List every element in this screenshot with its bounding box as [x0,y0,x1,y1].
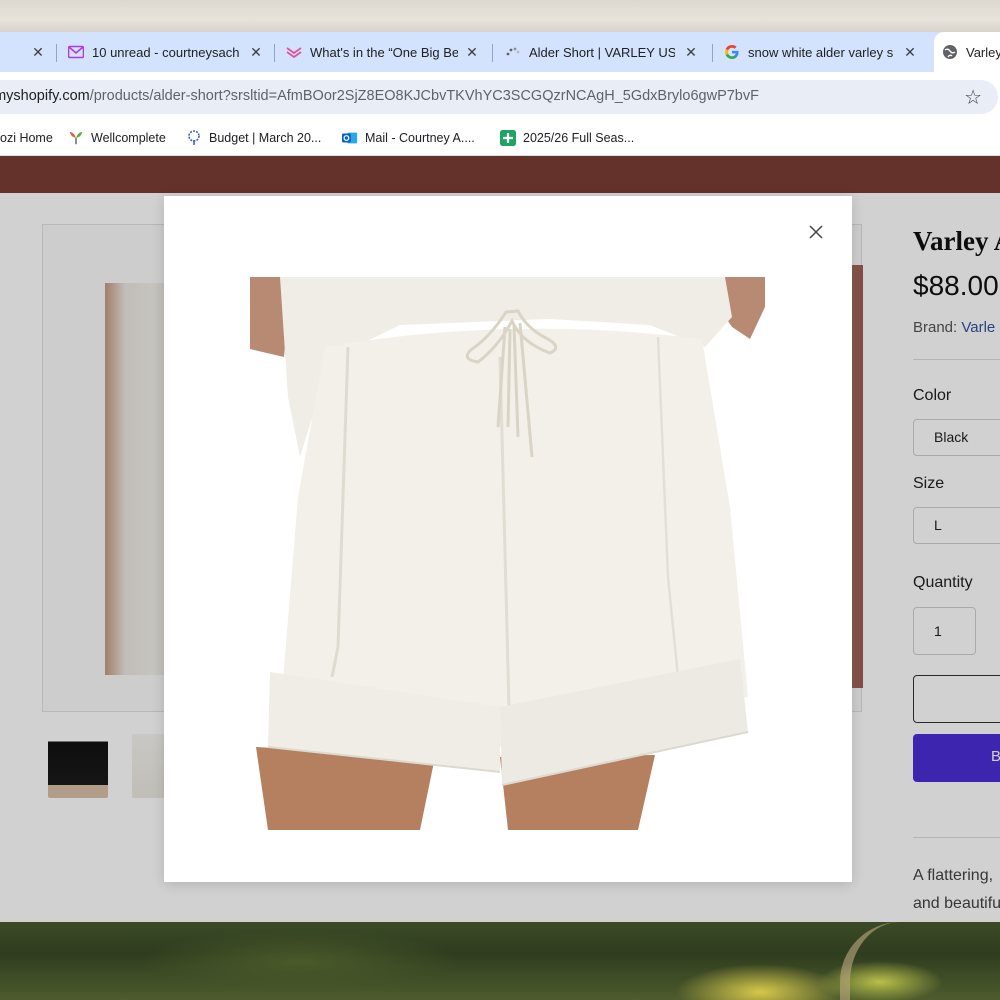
tab-gmail[interactable]: 10 unread - courtneysach ✕ [68,32,264,72]
close-icon[interactable]: ✕ [30,44,46,60]
tab-google-search[interactable]: snow white alder varley s ✕ [724,32,918,72]
desktop-wallpaper-top [0,0,1000,32]
url-path: /products/alder-short?srsltid=AfmBOor2Sj… [89,88,759,104]
sheets-icon [500,130,516,146]
tab-title: What's in the “One Big Be [310,44,458,60]
bookmark-label: Mail - Courtney A.... [365,131,475,145]
leaf-icon [68,130,84,146]
star-icon[interactable]: ☆ [964,85,982,110]
newsletter-icon [286,44,302,60]
bookmarks-bar: ozi Home Wellcomplete Budget | March 20.… [0,120,1000,156]
close-icon[interactable] [804,220,828,244]
bookmark-label: Wellcomplete [91,131,166,145]
close-icon[interactable]: ✕ [683,44,699,60]
tab-title: 10 unread - courtneysach [92,44,240,60]
bookmark-sheets[interactable]: 2025/26 Full Seas... [500,120,634,156]
zoomed-product-image [250,277,765,830]
bookmark-wellcomplete[interactable]: Wellcomplete [68,120,166,156]
address-bar[interactable]: e.myshopify.com/products/alder-short?srs… [0,80,998,114]
tab-previous[interactable]: ✕ [0,32,46,72]
close-icon[interactable]: ✕ [248,44,264,60]
image-zoom-modal [164,196,852,882]
tab-separator [56,44,57,62]
tab-newsletter[interactable]: What's in the “One Big Be ✕ [286,32,480,72]
google-icon [724,44,740,60]
loading-icon [505,44,521,60]
bookmark-label: Budget | March 20... [209,131,322,145]
url-host: e.myshopify.com [0,88,90,104]
tab-separator [492,44,493,62]
close-icon[interactable]: ✕ [902,44,918,60]
tab-title: Alder Short | VARLEY US [529,44,675,60]
browser-toolbar: e.myshopify.com/products/alder-short?srs… [0,72,1000,120]
tab-title: snow white alder varley s [748,44,894,60]
web-page: Varley A $88.00 Brand: Varle Color Black… [0,156,1000,922]
address-url[interactable]: e.myshopify.com/products/alder-short?srs… [0,88,759,104]
tree-icon [186,130,202,146]
mail-icon [68,44,84,60]
tab-bar: ✕ 10 unread - courtneysach ✕ What's in t… [0,32,1000,72]
bookmark-label: ozi Home [0,131,53,145]
tab-varley-product[interactable]: Alder Short | VARLEY US ✕ [505,32,699,72]
bookmark-budget[interactable]: Budget | March 20... [186,120,321,156]
outlook-icon [342,130,358,146]
close-icon[interactable]: ✕ [464,44,480,60]
tab-separator [274,44,275,62]
bookmark-outlook[interactable]: Mail - Courtney A.... [342,120,475,156]
globe-icon [942,44,958,60]
tab-separator [712,44,713,62]
tab-active-varley[interactable]: Varley [934,32,1000,72]
bookmark-label: 2025/26 Full Seas... [523,131,635,145]
bookmark-home[interactable]: ozi Home [0,120,53,156]
tab-title: Varley [966,44,1000,60]
